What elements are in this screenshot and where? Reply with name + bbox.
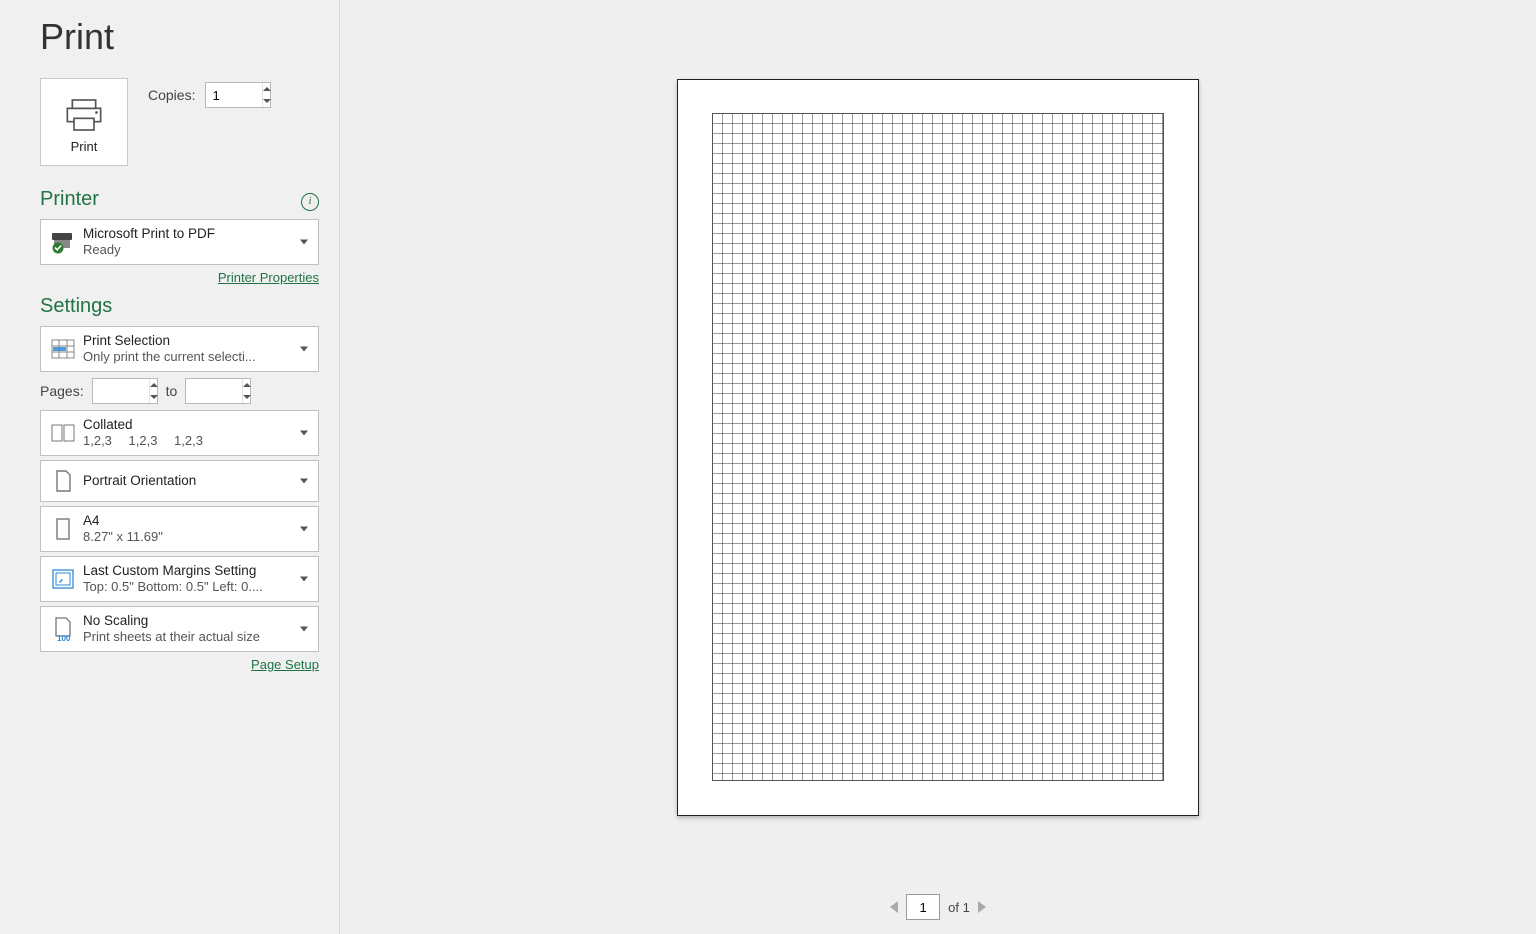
paper-title: A4 xyxy=(83,512,296,530)
next-page-icon[interactable] xyxy=(978,901,986,913)
settings-section-title: Settings xyxy=(40,295,319,318)
chevron-down-icon xyxy=(300,577,308,582)
printer-status: Ready xyxy=(83,242,296,259)
collate-title: Collated xyxy=(83,416,296,434)
portrait-icon xyxy=(47,469,79,493)
print-selection-icon xyxy=(47,339,79,359)
pages-to-input[interactable] xyxy=(186,379,242,403)
printer-dropdown[interactable]: Microsoft Print to PDF Ready xyxy=(40,219,319,265)
current-page-input[interactable] xyxy=(906,894,940,920)
print-button-label: Print xyxy=(71,139,98,154)
preview-page xyxy=(677,79,1199,816)
print-what-title: Print Selection xyxy=(83,332,296,350)
page-icon xyxy=(47,517,79,541)
margins-dropdown[interactable]: Last Custom Margins Setting Top: 0.5" Bo… xyxy=(40,556,319,602)
chevron-down-icon xyxy=(300,347,308,352)
pages-from-stepper[interactable] xyxy=(92,378,158,404)
margins-icon xyxy=(47,568,79,590)
chevron-down-icon xyxy=(300,431,308,436)
chevron-down-icon xyxy=(300,527,308,532)
chevron-down-icon xyxy=(300,627,308,632)
scaling-title: No Scaling xyxy=(83,612,296,630)
pages-from-down-icon[interactable] xyxy=(150,395,158,399)
orientation-title: Portrait Orientation xyxy=(83,472,296,490)
collate-dropdown[interactable]: Collated 1,2,3 1,2,3 1,2,3 xyxy=(40,410,319,456)
scaling-sub: Print sheets at their actual size xyxy=(83,629,296,646)
print-button[interactable]: Print xyxy=(40,78,128,166)
chevron-down-icon xyxy=(300,240,308,245)
copies-down-icon[interactable] xyxy=(263,99,271,103)
copies-input[interactable] xyxy=(206,83,262,107)
pages-to-up-icon[interactable] xyxy=(243,383,251,387)
copies-stepper[interactable] xyxy=(205,82,271,108)
collate-sub: 1,2,3 1,2,3 1,2,3 xyxy=(83,433,296,450)
paper-sub: 8.27" x 11.69" xyxy=(83,529,296,546)
copies-label: Copies: xyxy=(148,87,195,103)
printer-icon xyxy=(64,97,104,133)
pages-to-stepper[interactable] xyxy=(185,378,251,404)
printer-name: Microsoft Print to PDF xyxy=(83,225,296,243)
copies-up-icon[interactable] xyxy=(263,87,271,91)
paper-size-dropdown[interactable]: A4 8.27" x 11.69" xyxy=(40,506,319,552)
pages-label: Pages: xyxy=(40,383,84,399)
pages-from-input[interactable] xyxy=(93,379,149,403)
preview-content-grid xyxy=(712,113,1164,781)
pages-from-up-icon[interactable] xyxy=(150,383,158,387)
printer-properties-link[interactable]: Printer Properties xyxy=(218,270,319,285)
printer-status-icon xyxy=(47,230,79,254)
page-count-label: of 1 xyxy=(948,900,970,915)
scaling-dropdown[interactable]: 100 No Scaling Print sheets at their act… xyxy=(40,606,319,652)
print-what-dropdown[interactable]: Print Selection Only print the current s… xyxy=(40,326,319,372)
chevron-down-icon xyxy=(300,479,308,484)
info-icon[interactable]: i xyxy=(301,193,319,211)
prev-page-icon[interactable] xyxy=(890,901,898,913)
scaling-icon: 100 xyxy=(47,616,79,642)
orientation-dropdown[interactable]: Portrait Orientation xyxy=(40,460,319,502)
printer-section-title: Printer xyxy=(40,188,99,211)
print-preview: of 1 xyxy=(340,0,1536,934)
collate-icon xyxy=(47,423,79,443)
page-navigator: of 1 xyxy=(340,894,1536,920)
scaling-icon-number: 100 xyxy=(57,634,71,642)
margins-sub: Top: 0.5" Bottom: 0.5" Left: 0.... xyxy=(83,579,296,596)
margins-title: Last Custom Margins Setting xyxy=(83,562,296,580)
pages-to-down-icon[interactable] xyxy=(243,395,251,399)
page-title: Print xyxy=(40,16,319,58)
print-what-sub: Only print the current selecti... xyxy=(83,349,296,366)
page-setup-link[interactable]: Page Setup xyxy=(251,657,319,672)
pages-to-label: to xyxy=(166,383,178,399)
